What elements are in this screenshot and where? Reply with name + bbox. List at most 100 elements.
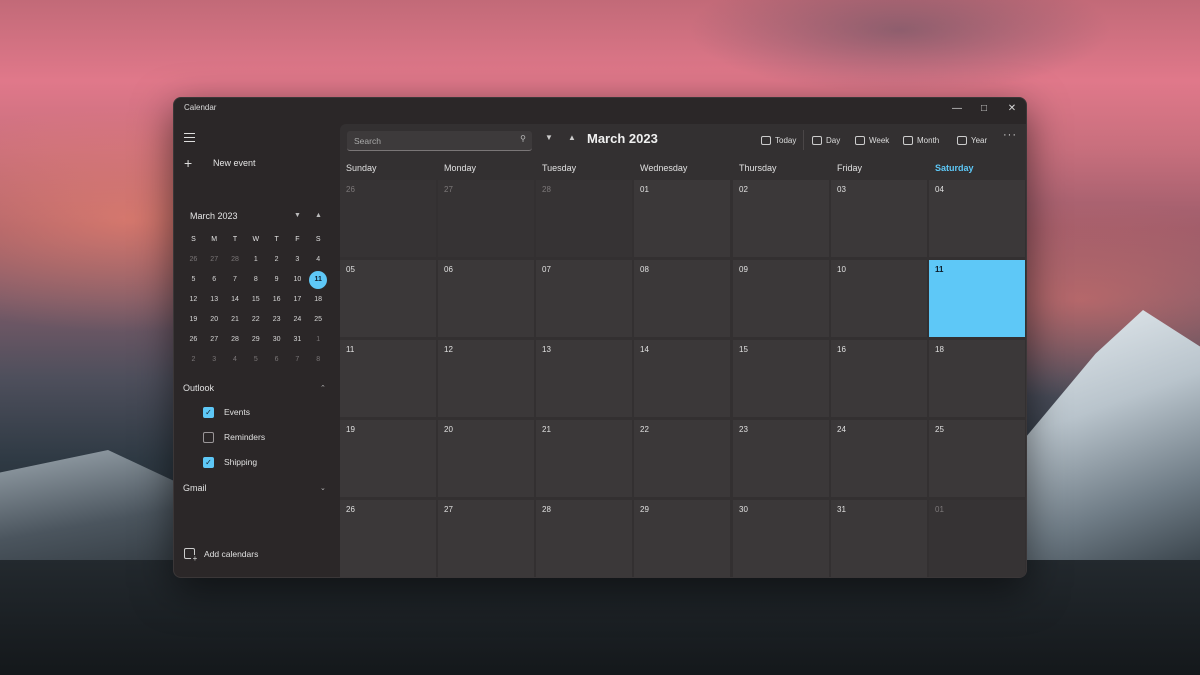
mini-calendar-day[interactable]: 27 xyxy=(204,250,225,270)
day-cell[interactable]: 14 xyxy=(634,340,730,417)
title-bar[interactable]: Calendar — □ ✕ xyxy=(174,98,1026,120)
day-cell[interactable]: 24 xyxy=(831,420,927,497)
mini-calendar-day[interactable]: 2 xyxy=(183,350,204,370)
year-view-button[interactable]: Year xyxy=(957,133,987,147)
day-cell[interactable]: 15 xyxy=(733,340,829,417)
mini-calendar-day[interactable]: 14 xyxy=(225,290,246,310)
mini-calendar-day[interactable]: 25 xyxy=(308,310,329,330)
mini-calendar-day[interactable]: 31 xyxy=(287,330,308,350)
maximize-icon[interactable]: □ xyxy=(976,101,992,117)
mini-calendar-day[interactable]: 16 xyxy=(266,290,287,310)
mini-calendar-month-label[interactable]: March 2023 xyxy=(190,211,238,221)
day-cell-today[interactable]: 11 xyxy=(929,260,1025,337)
mini-calendar-day[interactable]: 5 xyxy=(245,350,266,370)
search-icon[interactable]: ⚲ xyxy=(520,134,526,143)
mini-calendar-day[interactable]: 7 xyxy=(287,350,308,370)
chevron-up-icon[interactable]: ⌃ xyxy=(320,384,326,392)
day-cell[interactable]: 28 xyxy=(536,180,632,257)
day-cell[interactable]: 03 xyxy=(831,180,927,257)
mini-calendar-day[interactable]: 23 xyxy=(266,310,287,330)
mini-calendar-day[interactable]: 4 xyxy=(225,350,246,370)
mini-calendar-day[interactable]: 4 xyxy=(308,250,329,270)
day-cell[interactable]: 04 xyxy=(929,180,1025,257)
mini-calendar-day[interactable]: 18 xyxy=(308,290,329,310)
mini-calendar-day[interactable]: 2 xyxy=(266,250,287,270)
day-cell[interactable]: 18 xyxy=(929,340,1025,417)
day-cell[interactable]: 01 xyxy=(634,180,730,257)
day-cell[interactable]: 25 xyxy=(929,420,1025,497)
mini-calendar-day[interactable]: 28 xyxy=(225,250,246,270)
mini-calendar-day[interactable]: 8 xyxy=(245,270,266,290)
mini-calendar-day[interactable]: 3 xyxy=(204,350,225,370)
mini-calendar-day[interactable]: 1 xyxy=(308,330,329,350)
mini-calendar-day[interactable]: 3 xyxy=(287,250,308,270)
mini-calendar-day[interactable]: 6 xyxy=(204,270,225,290)
day-cell[interactable]: 06 xyxy=(438,260,534,337)
mini-calendar-day[interactable]: 13 xyxy=(204,290,225,310)
mini-calendar-day[interactable]: 17 xyxy=(287,290,308,310)
mini-calendar-day[interactable]: 7 xyxy=(225,270,246,290)
day-cell[interactable]: 07 xyxy=(536,260,632,337)
mini-calendar-day[interactable]: 15 xyxy=(245,290,266,310)
more-options-icon[interactable]: ··· xyxy=(1003,129,1017,141)
week-view-button[interactable]: Week xyxy=(855,133,889,147)
mini-calendar-day[interactable]: 22 xyxy=(245,310,266,330)
month-view-button[interactable]: Month xyxy=(903,133,939,147)
search-box[interactable]: ⚲ xyxy=(347,131,532,151)
day-cell[interactable]: 13 xyxy=(536,340,632,417)
day-cell[interactable]: 22 xyxy=(634,420,730,497)
day-cell[interactable]: 12 xyxy=(438,340,534,417)
mini-calendar-day[interactable]: 19 xyxy=(183,310,204,330)
day-cell[interactable]: 29 xyxy=(634,500,730,577)
day-cell[interactable]: 02 xyxy=(733,180,829,257)
mini-calendar-day[interactable]: 8 xyxy=(308,350,329,370)
mini-calendar-day[interactable]: 28 xyxy=(225,330,246,350)
today-button[interactable]: Today xyxy=(761,133,796,147)
mini-calendar-prev-icon[interactable]: ▲ xyxy=(315,212,322,219)
calendar-item-reminders[interactable]: Reminders xyxy=(203,430,265,444)
mini-calendar-day[interactable]: 6 xyxy=(266,350,287,370)
day-cell[interactable]: 27 xyxy=(438,500,534,577)
day-cell[interactable]: 19 xyxy=(340,420,436,497)
group-gmail[interactable]: Gmail xyxy=(183,483,207,493)
mini-calendar-day[interactable]: 26 xyxy=(183,330,204,350)
mini-calendar-day[interactable]: 20 xyxy=(204,310,225,330)
new-event-button[interactable]: + New event xyxy=(184,154,256,172)
mini-calendar-day[interactable]: 9 xyxy=(266,270,287,290)
mini-calendar-day[interactable]: 21 xyxy=(225,310,246,330)
checkbox-events[interactable]: ✓ xyxy=(203,406,214,418)
day-cell[interactable]: 11 xyxy=(340,340,436,417)
day-cell[interactable]: 26 xyxy=(340,500,436,577)
group-outlook[interactable]: Outlook xyxy=(183,383,214,393)
mini-calendar-day[interactable]: 5 xyxy=(183,270,204,290)
mini-calendar-day[interactable]: 10 xyxy=(287,270,308,290)
minimize-icon[interactable]: — xyxy=(949,101,965,117)
calendar-item-shipping[interactable]: ✓ Shipping xyxy=(203,455,257,469)
day-view-button[interactable]: Day xyxy=(812,133,840,147)
mini-calendar-today[interactable]: 11 xyxy=(308,270,329,290)
mini-calendar-day[interactable]: 12 xyxy=(183,290,204,310)
mini-calendar-day[interactable]: 27 xyxy=(204,330,225,350)
day-cell[interactable]: 26 xyxy=(340,180,436,257)
mini-calendar-day[interactable]: 1 xyxy=(245,250,266,270)
chevron-down-icon[interactable]: ⌄ xyxy=(320,484,326,492)
calendar-item-events[interactable]: ✓ Events xyxy=(203,405,250,419)
close-icon[interactable]: ✕ xyxy=(1004,101,1020,117)
search-input[interactable] xyxy=(347,132,507,150)
mini-calendar-day[interactable]: 30 xyxy=(266,330,287,350)
day-cell[interactable]: 10 xyxy=(831,260,927,337)
mini-calendar-day[interactable]: 26 xyxy=(183,250,204,270)
day-cell[interactable]: 08 xyxy=(634,260,730,337)
checkbox-shipping[interactable]: ✓ xyxy=(203,456,214,468)
day-cell[interactable]: 28 xyxy=(536,500,632,577)
mini-calendar-day[interactable]: 29 xyxy=(245,330,266,350)
add-calendars-button[interactable]: Add calendars xyxy=(184,548,258,563)
prev-month-icon[interactable]: ▲ xyxy=(568,133,576,142)
day-cell[interactable]: 21 xyxy=(536,420,632,497)
checkbox-reminders[interactable] xyxy=(203,431,214,443)
day-cell[interactable]: 09 xyxy=(733,260,829,337)
next-month-icon[interactable]: ▼ xyxy=(545,133,553,142)
mini-calendar-next-icon[interactable]: ▼ xyxy=(294,212,301,219)
day-cell[interactable]: 01 xyxy=(929,500,1025,577)
day-cell[interactable]: 20 xyxy=(438,420,534,497)
